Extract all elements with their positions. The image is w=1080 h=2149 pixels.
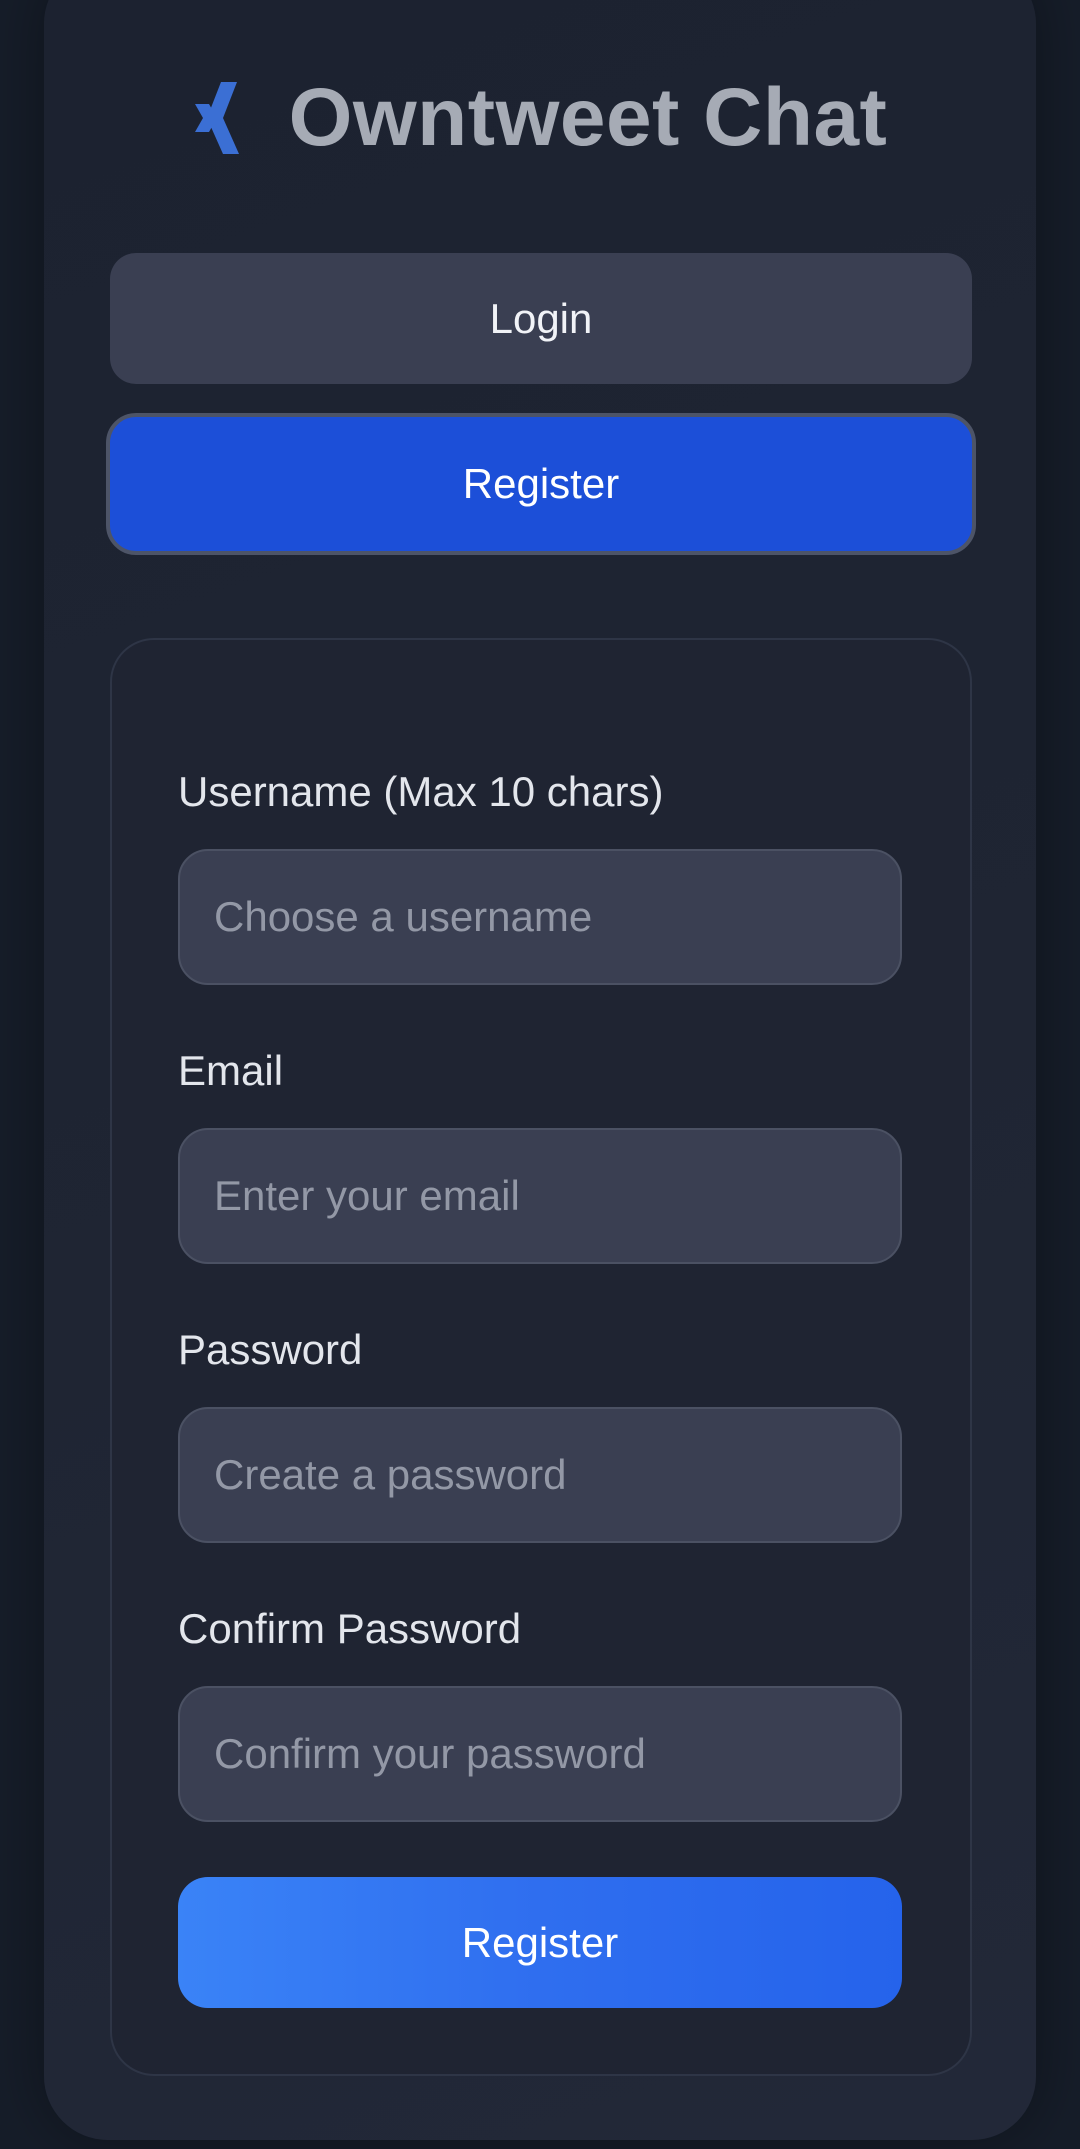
password-label: Password bbox=[178, 1326, 363, 1373]
app-title: Owntweet Chat bbox=[288, 72, 888, 163]
password-input[interactable] bbox=[178, 1407, 902, 1543]
confirm-password-label: Confirm Password bbox=[178, 1605, 522, 1652]
x-logo-icon bbox=[194, 82, 239, 154]
email-label: Email bbox=[178, 1047, 284, 1094]
username-input[interactable] bbox=[178, 849, 902, 985]
confirm-password-input[interactable] bbox=[178, 1686, 902, 1822]
username-label: Username (Max 10 chars) bbox=[178, 768, 664, 815]
app-header: Owntweet Chat bbox=[0, 72, 1080, 164]
tab-login[interactable]: Login bbox=[110, 253, 972, 384]
email-input[interactable] bbox=[178, 1128, 902, 1264]
register-submit-button[interactable]: Register bbox=[178, 1877, 902, 2008]
tab-register[interactable]: Register bbox=[106, 413, 976, 555]
